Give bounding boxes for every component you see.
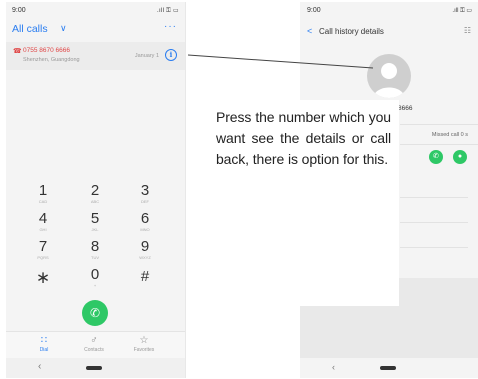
manual-page: 9:00 .ıll ⚿ ▭ All calls ∨ ··· ☎ 0755 867… [0, 0, 478, 379]
callout-box: Press the number which you want see the … [203, 100, 399, 306]
callout-text: Press the number which you want see the … [216, 109, 391, 167]
